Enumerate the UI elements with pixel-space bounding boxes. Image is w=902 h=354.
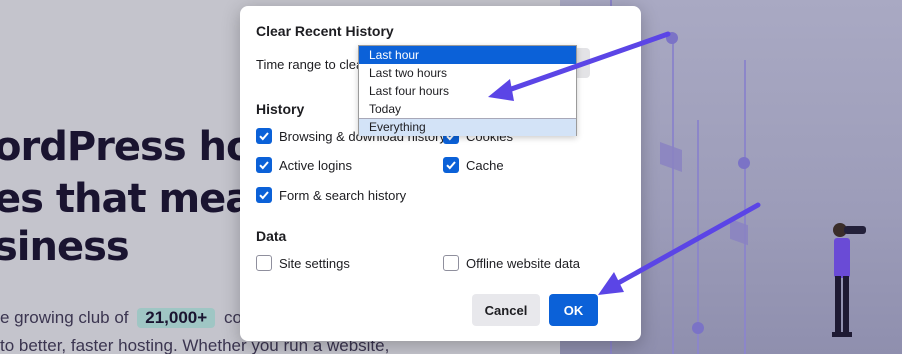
checkmark-icon xyxy=(259,161,269,170)
decor-line xyxy=(697,120,699,354)
checkmark-icon xyxy=(259,191,269,200)
checkbox-label: Form & search history xyxy=(279,187,407,203)
dialog-title: Clear Recent History xyxy=(256,23,394,39)
checkbox-offline-website-data[interactable]: Offline website data xyxy=(443,255,580,271)
checkbox-label: Cache xyxy=(466,157,504,173)
dropdown-option-last-two-hours[interactable]: Last two hours xyxy=(359,64,576,82)
time-range-dropdown[interactable]: Last hour Last two hours Last four hours… xyxy=(358,45,577,136)
checkbox[interactable] xyxy=(443,157,459,173)
checkmark-icon xyxy=(446,161,456,170)
hero-headline-line: siness xyxy=(0,224,130,270)
checkbox[interactable] xyxy=(443,255,459,271)
hero-body-line: e growing club of 21,000+ compa xyxy=(0,308,275,328)
checkbox[interactable] xyxy=(256,187,272,203)
customer-count-badge: 21,000+ xyxy=(137,308,216,328)
checkmark-icon xyxy=(259,132,269,141)
checkbox-form-search-history[interactable]: Form & search history xyxy=(256,187,406,203)
decor-dot xyxy=(666,32,678,44)
checkbox[interactable] xyxy=(256,128,272,144)
person-illustration xyxy=(832,223,866,337)
hero-body-text: e growing club of xyxy=(0,308,129,327)
checkbox-label: Offline website data xyxy=(466,255,580,271)
history-heading: History xyxy=(256,101,305,117)
checkbox-site-settings[interactable]: Site settings xyxy=(256,255,350,271)
cancel-button[interactable]: Cancel xyxy=(472,294,540,326)
checkbox[interactable] xyxy=(256,157,272,173)
dropdown-option-last-four-hours[interactable]: Last four hours xyxy=(359,82,576,100)
checkbox-label: Site settings xyxy=(279,255,350,271)
time-range-label: Time range to clear: xyxy=(256,57,372,72)
checkbox-cache[interactable]: Cache xyxy=(443,157,504,173)
checkbox-label: Active logins xyxy=(279,157,352,173)
checkbox[interactable] xyxy=(256,255,272,271)
dropdown-option-today[interactable]: Today xyxy=(359,100,576,118)
ok-button[interactable]: OK xyxy=(549,294,598,326)
hero-headline-line: es that mean xyxy=(0,176,280,222)
decor-line xyxy=(744,60,746,354)
checkbox-active-logins[interactable]: Active logins xyxy=(256,157,352,173)
dropdown-option-everything[interactable]: Everything xyxy=(359,118,576,136)
decor-dot xyxy=(692,322,704,334)
decor-line xyxy=(672,40,674,354)
data-heading: Data xyxy=(256,228,287,244)
decor-dot xyxy=(738,157,750,169)
dropdown-option-last-hour[interactable]: Last hour xyxy=(359,46,576,64)
